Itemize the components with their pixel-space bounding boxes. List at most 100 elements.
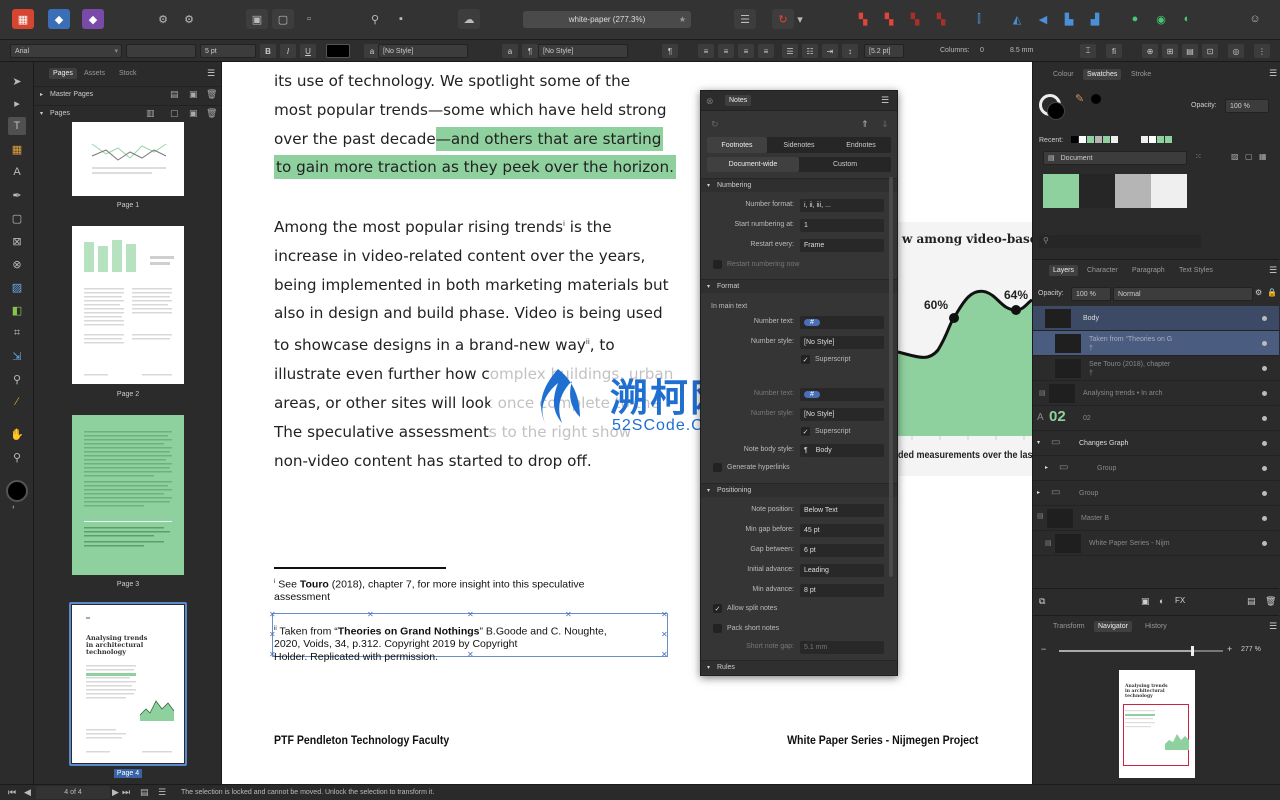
note-position-select[interactable]: Below Text	[800, 504, 884, 517]
tab-custom[interactable]: Custom	[799, 157, 891, 172]
ligature-icon[interactable]: fi	[1106, 44, 1122, 58]
tab-stroke[interactable]: Stroke	[1131, 71, 1151, 78]
gutter-value[interactable]: 8.5 mm	[1010, 47, 1033, 54]
blend-mode-select[interactable]: Normal	[1113, 287, 1253, 301]
boolean-intersect-icon[interactable]: ◐	[1176, 9, 1198, 29]
tab-paragraph[interactable]: Paragraph	[1132, 267, 1165, 274]
node-tool-icon[interactable]: ▸	[8, 94, 26, 112]
swatch-grid-view-icon[interactable]: ▦	[1259, 152, 1267, 161]
table-tool-icon[interactable]: ▦	[8, 140, 26, 158]
gap-between-field[interactable]: 6 pt	[800, 544, 884, 557]
pilcrow-icon[interactable]: ¶	[522, 44, 538, 58]
align-right-icon[interactable]: ≡	[738, 44, 754, 58]
page-thumbnail-3[interactable]	[72, 415, 184, 575]
chevron-down-icon[interactable]: ▾	[794, 9, 806, 29]
selection-handle[interactable]: ✕	[467, 610, 474, 619]
layer-row[interactable]: Body	[1033, 306, 1279, 331]
visibility-dot[interactable]	[1262, 366, 1267, 371]
restart-every-select[interactable]: Frame	[800, 239, 884, 252]
previous-page-icon[interactable]: ◀	[24, 787, 31, 798]
layer-row[interactable]: ▸ ▭ Group	[1033, 456, 1279, 481]
tab-endnotes[interactable]: Endnotes	[831, 137, 891, 153]
link-frame-icon[interactable]: ↻	[772, 9, 794, 29]
character-style-select[interactable]: [No Style]	[378, 44, 468, 58]
visibility-dot[interactable]	[1262, 491, 1267, 496]
leading-field[interactable]: [5.2 pt]	[864, 44, 904, 58]
swatch-none-icon[interactable]: ▨	[1231, 152, 1239, 161]
fill-color-well-right[interactable]	[1047, 102, 1065, 120]
page-thumbnail-2[interactable]	[72, 226, 184, 384]
next-page-icon[interactable]: ▶	[112, 787, 119, 798]
preview-mode-icon[interactable]: ▢	[272, 9, 294, 29]
layer-opacity-field[interactable]: 100 %	[1071, 287, 1111, 301]
mask-icon[interactable]: ▣	[1141, 596, 1150, 607]
preflight-icon[interactable]: ◎	[1228, 44, 1244, 58]
indent-icon[interactable]: ⇥	[822, 44, 838, 58]
page-thumbnail-4[interactable]: Analysing trends in architectural techno…	[72, 605, 184, 763]
refresh-icon[interactable]: ↻	[711, 119, 719, 130]
swap-colors-icon[interactable]: ◐	[12, 504, 16, 511]
view-mode-icon[interactable]: ▣	[246, 9, 268, 29]
columns-value[interactable]: 0	[980, 47, 984, 54]
crop-tool-icon[interactable]: ⌗	[8, 324, 26, 342]
zoom-tool-icon[interactable]: ⚲	[8, 448, 26, 466]
zoom-slider-thumb[interactable]	[1191, 646, 1194, 656]
note-number-text-field[interactable]: #	[800, 388, 884, 401]
recent-swatch[interactable]	[1087, 136, 1094, 143]
text-frame-icon[interactable]: ☰	[734, 9, 756, 29]
snapping-icon[interactable]: ⊕	[1142, 44, 1158, 58]
text-color-swatch[interactable]	[326, 44, 350, 58]
frame-text-tool-icon[interactable]: T	[8, 117, 26, 135]
guides-icon[interactable]: ⊡	[1202, 44, 1218, 58]
recent-swatch[interactable]	[1165, 136, 1172, 143]
fill-color-well[interactable]	[6, 480, 28, 502]
tab-history[interactable]: History	[1145, 623, 1167, 630]
visibility-dot[interactable]	[1262, 316, 1267, 321]
cloud-link-icon[interactable]: ☁	[458, 9, 480, 29]
selection-handle[interactable]: ✕	[661, 610, 668, 619]
layer-settings-icon[interactable]: ⚙	[1255, 288, 1262, 297]
navigator-thumbnail[interactable]: Analysing trends in architectural techno…	[1119, 670, 1195, 778]
visibility-dot[interactable]	[1262, 516, 1267, 521]
positioning-section-header[interactable]: ▾ Positioning	[701, 483, 897, 497]
more-options-icon[interactable]: ⋮	[1254, 44, 1270, 58]
number-format-select[interactable]: i, ii, iii, ...	[800, 199, 884, 212]
note-number-style-select[interactable]: [No Style]	[800, 408, 884, 421]
tab-character[interactable]: Character	[1087, 267, 1118, 274]
flip-horizontal-icon[interactable]: ◭	[1006, 9, 1028, 29]
picture-frame-tool-icon[interactable]: ⊠	[8, 232, 26, 250]
align-left-icon[interactable]: ≡	[698, 44, 714, 58]
rules-section-header[interactable]: ▾ Rules	[701, 660, 897, 674]
format-section-header[interactable]: ▾ Format	[701, 279, 897, 293]
add-layer-icon[interactable]: ▤	[1247, 596, 1256, 607]
document-title-tab[interactable]: white-paper (277.3%) ★	[523, 11, 691, 28]
panel-menu-icon[interactable]: ☰	[1269, 68, 1277, 79]
min-advance-field[interactable]: 8 pt	[800, 584, 884, 597]
delete-layer-icon[interactable]: 🗑	[1265, 596, 1276, 607]
first-page-icon[interactable]: ⏮	[8, 787, 16, 798]
layer-options-icon[interactable]: ⧉	[1039, 596, 1045, 607]
close-icon[interactable]: ⊗	[706, 96, 714, 107]
list-icon[interactable]: ☰	[782, 44, 798, 58]
pack-short-checkbox[interactable]	[713, 624, 722, 633]
footnote-1[interactable]: i See Touro (2018), chapter 7, for more …	[274, 576, 674, 604]
zoom-out-icon[interactable]: −	[1041, 644, 1046, 654]
chart-fragment[interactable]: w among video-based 60% 64% ded measurem…	[898, 222, 1032, 476]
tab-transform[interactable]: Transform	[1053, 623, 1085, 630]
hand-tool-icon[interactable]: ✋	[8, 425, 26, 443]
publisher-persona-icon[interactable]: ▦	[12, 9, 34, 29]
adjustment-icon[interactable]: ◐	[1159, 596, 1164, 606]
user-account-icon[interactable]: ☺	[1244, 9, 1266, 29]
align-center-icon[interactable]: ≡	[718, 44, 734, 58]
document-canvas[interactable]: its use of technology. We spotlight some…	[222, 62, 1032, 784]
eyedropper-icon[interactable]: ⚲	[8, 370, 26, 388]
boolean-subtract-icon[interactable]: ◉	[1150, 9, 1172, 29]
visibility-dot[interactable]	[1262, 391, 1267, 396]
numbered-list-icon[interactable]: ☷	[802, 44, 818, 58]
superscript-checkbox[interactable]: ✓	[801, 355, 810, 364]
settings-gear-icon[interactable]: ⚙	[152, 9, 174, 29]
baseline-grid-icon[interactable]: ▤	[1182, 44, 1198, 58]
initial-advance-select[interactable]: Leading	[800, 564, 884, 577]
number-style-select[interactable]: [No Style]	[800, 336, 884, 349]
min-gap-field[interactable]: 45 pt	[800, 524, 884, 537]
